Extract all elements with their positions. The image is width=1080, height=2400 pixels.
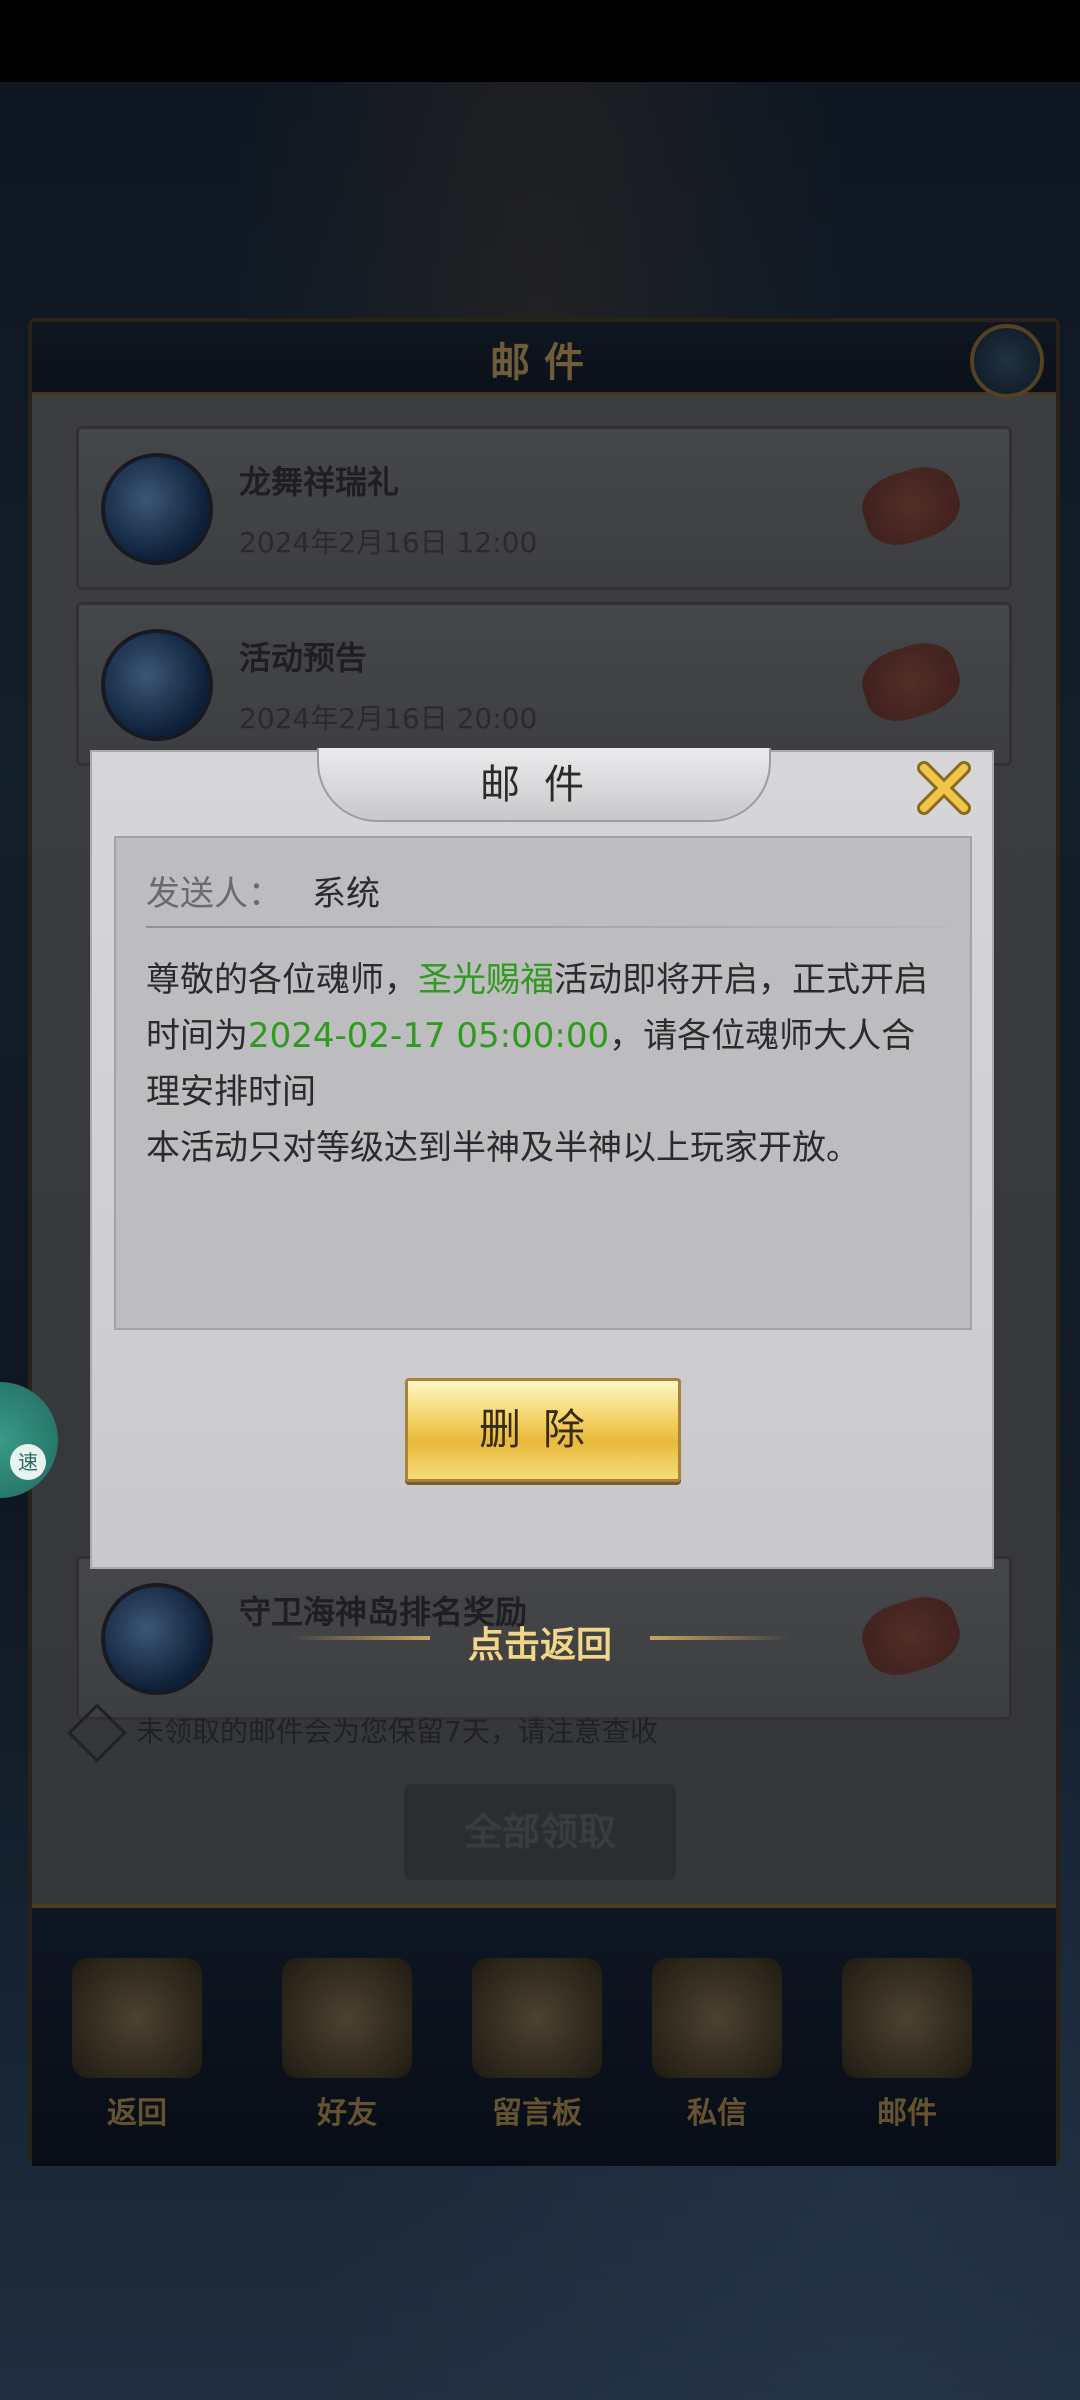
sender-value: 系统 [312,874,380,914]
delete-button-label: 删除 [478,1405,607,1454]
event-name-highlight: 圣光赐福 [418,960,554,1000]
sender-label: 发送人： [146,874,282,914]
status-bar [0,0,1080,82]
ornament-right [650,1636,790,1640]
delete-button[interactable]: 删除 [405,1378,681,1482]
mail-body: 尊敬的各位魂师，圣光赐福活动即将开启，正式开启时间为2024-02-17 05:… [146,952,946,1176]
tap-to-return-hint[interactable]: 点击返回 [290,1610,790,1670]
divider [146,926,946,928]
tap-to-return-text: 点击返回 [467,1625,612,1666]
mail-body-paragraph: 尊敬的各位魂师，圣光赐福活动即将开启，正式开启时间为2024-02-17 05:… [146,952,946,1120]
start-time-highlight: 2024-02-17 05:00:00 [248,1016,610,1056]
mail-content-panel: 发送人： 系统 尊敬的各位魂师，圣光赐福活动即将开启，正式开启时间为2024-0… [114,836,972,1330]
mail-body-paragraph: 本活动只对等级达到半神及半神以上玩家开放。 [146,1128,860,1168]
speed-label: 速 [10,1444,46,1480]
body-text: 尊敬的各位魂师， [146,960,418,1000]
close-x-icon[interactable] [914,758,974,818]
mail-detail-dialog: 邮件 发送人： 系统 尊敬的各位魂师，圣光赐福活动即将开启，正式开启时间为202… [90,748,994,1569]
dialog-title: 邮件 [480,762,608,808]
dialog-title-tab: 邮件 [317,748,771,822]
